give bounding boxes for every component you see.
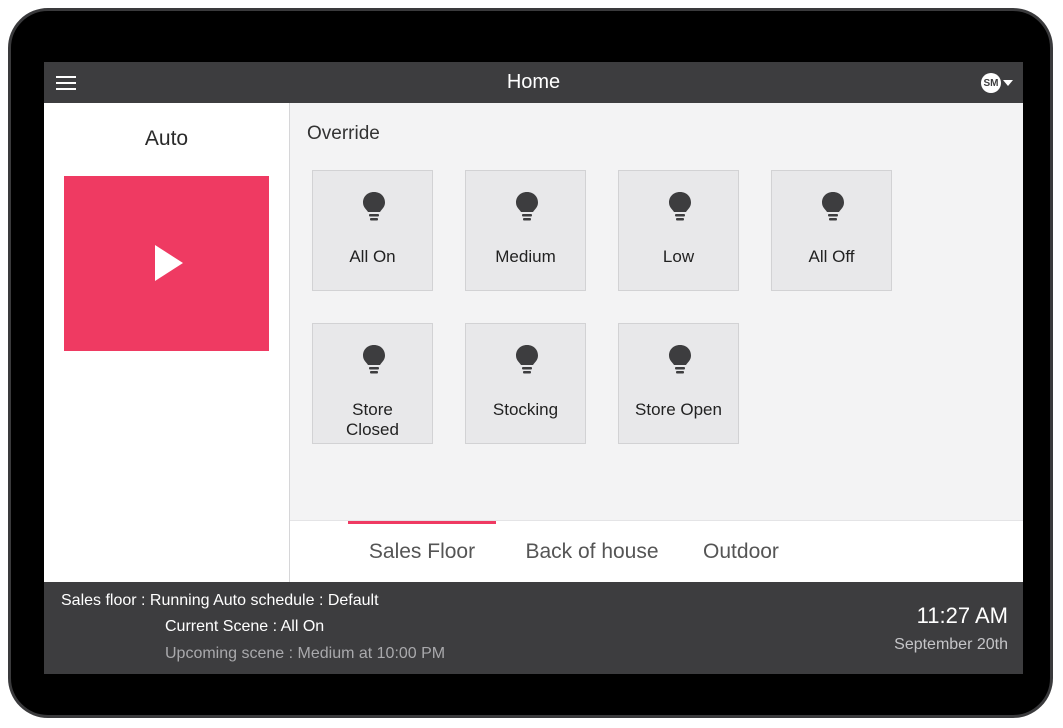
lightbulb-icon	[361, 344, 387, 376]
lightbulb-icon	[820, 191, 846, 223]
caret-down-icon	[1003, 80, 1013, 86]
scene-label: All On	[349, 247, 396, 266]
tab-outdoor[interactable]: Outdoor	[686, 521, 796, 583]
scene-label: Store Closed	[346, 400, 399, 439]
upcoming-scene: Upcoming scene : Medium at 10:00 PM	[165, 645, 446, 662]
scene-label: Medium	[495, 247, 556, 266]
user-menu-button[interactable]: SM	[981, 72, 1013, 94]
play-icon	[155, 245, 183, 281]
page-title: Home	[506, 71, 561, 93]
scene-button[interactable]: Stocking	[465, 323, 586, 444]
scene-button[interactable]: Low	[618, 170, 739, 291]
area-tabs: Sales Floor Back of house Outdoor	[290, 520, 1023, 583]
clock-time: 11:27 AM	[916, 603, 1008, 628]
clock-date: September 20th	[894, 636, 1008, 653]
lightbulb-icon	[514, 344, 540, 376]
override-panel: Override All On Medium Low All Off Store Clo…	[290, 103, 1023, 520]
scene-label: Low	[662, 247, 695, 266]
scene-label: Store Open	[635, 400, 722, 419]
mode-label: Auto	[144, 127, 189, 150]
scene-button[interactable]: All On	[312, 170, 433, 291]
current-scene: Current Scene : All On	[165, 618, 325, 635]
schedule-status: Sales floor : Running Auto schedule : De…	[61, 592, 379, 609]
scene-label: All Off	[808, 247, 855, 266]
lightbulb-icon	[361, 191, 387, 223]
lightbulb-icon	[667, 191, 693, 223]
tab-back-of-house[interactable]: Back of house	[508, 521, 676, 583]
scene-button[interactable]: Store Closed	[312, 323, 433, 444]
scene-button[interactable]: Medium	[465, 170, 586, 291]
scene-button[interactable]: Store Open	[618, 323, 739, 444]
scene-button[interactable]: All Off	[771, 170, 892, 291]
avatar: SM	[981, 73, 1001, 93]
override-label: Override	[307, 123, 380, 144]
scene-label: Stocking	[492, 400, 559, 419]
scene-grid: All On Medium Low All Off Store Closed Stocki…	[312, 170, 1012, 470]
lightbulb-icon	[667, 344, 693, 376]
status-bar: Sales floor : Running Auto schedule : De…	[44, 582, 1023, 674]
top-bar: Home SM	[44, 62, 1023, 103]
app-screen: Home SM Auto Override All On Medium Low All…	[44, 62, 1023, 674]
tab-sales-floor[interactable]: Sales Floor	[348, 521, 496, 583]
auto-panel: Auto	[44, 103, 290, 582]
play-button[interactable]	[64, 176, 269, 351]
lightbulb-icon	[514, 191, 540, 223]
